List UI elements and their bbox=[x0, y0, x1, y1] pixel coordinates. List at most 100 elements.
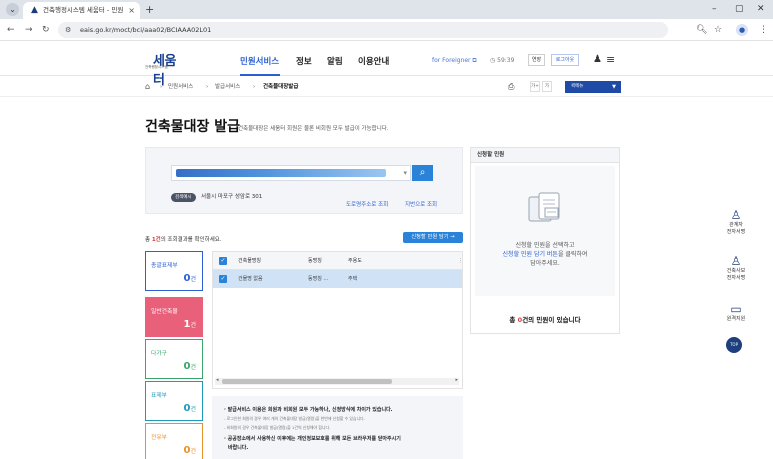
category-label: 총괄표제부 bbox=[151, 263, 178, 269]
document-folder-icon bbox=[528, 192, 560, 222]
category-card-summary[interactable]: 총괄표제부 0건 bbox=[145, 251, 203, 291]
print-icon[interactable]: ⎙ bbox=[508, 77, 514, 97]
new-tab-button[interactable]: + bbox=[145, 2, 154, 17]
application-cart-panel: 신청할 민원 신청할 민원을 선택하고 신청할 민원 담기 버튼을 클릭하여 담… bbox=[470, 147, 620, 334]
row-checkbox[interactable]: ✓ bbox=[219, 275, 227, 283]
address-search-input[interactable]: ▾ bbox=[171, 165, 411, 181]
category-count: 0건 bbox=[183, 273, 197, 284]
add-application-button[interactable]: 신청할 민원 담기 → bbox=[403, 232, 463, 243]
quick-menu-select[interactable]: 퀵메뉴 ▼ bbox=[565, 81, 621, 93]
person-icon: ♙ bbox=[730, 254, 742, 268]
browser-tab-bar: ⌄ ▲ 건축행정시스템 세움터 - 민원 × + – ▢ ✕ bbox=[0, 0, 773, 19]
forward-button[interactable]: → bbox=[25, 23, 33, 37]
scroll-left-icon[interactable]: ◂ bbox=[216, 377, 219, 383]
category-count: 0건 bbox=[183, 361, 197, 372]
table-header: ✓ 건축물명칭 동명칭 주용도 ⋮ bbox=[213, 252, 463, 270]
quick-menu-label: 퀵메뉴 bbox=[571, 84, 584, 89]
category-label: 표제부 bbox=[151, 393, 167, 399]
category-count: 0건 bbox=[183, 403, 197, 414]
column-resize-handle[interactable]: ⋮ bbox=[458, 252, 463, 270]
tab-list-button[interactable]: ⌄ bbox=[6, 3, 19, 16]
breadcrumb-issuance[interactable]: 발급서비스 bbox=[215, 77, 240, 97]
category-card-multi-household[interactable]: 다가구 0건 bbox=[145, 339, 203, 379]
category-card-title-section[interactable]: 표제부 0건 bbox=[145, 381, 203, 421]
application-cart-empty: 신청할 민원을 선택하고 신청할 민원 담기 버튼을 클릭하여 담아주세요. bbox=[475, 166, 615, 296]
horizontal-scrollbar[interactable]: ◂ ▸ bbox=[215, 377, 459, 385]
close-window-button[interactable]: ✕ bbox=[757, 2, 765, 17]
zoom-in-button[interactable]: 가+ bbox=[530, 81, 540, 92]
nav-guide[interactable]: 이용안내 bbox=[358, 55, 389, 67]
bookmark-star-icon[interactable]: ☆ bbox=[714, 23, 722, 37]
browser-address-bar: ← → ↻ ⚙ eais.go.kr/moct/bci/aaa02/BCIAAA… bbox=[0, 19, 773, 41]
tab-title: 건축행정시스템 세움터 - 민원 bbox=[43, 6, 124, 14]
cell-main-use: 주택 bbox=[348, 276, 358, 282]
nav-notice[interactable]: 알림 bbox=[327, 55, 343, 67]
url-field[interactable]: ⚙ eais.go.kr/moct/bci/aaa02/BCIAAA02L01 bbox=[58, 22, 668, 38]
nav-info[interactable]: 정보 bbox=[296, 55, 312, 67]
breadcrumb: ⌂ › 민원서비스 › 발급서비스 › 건축물대장발급 ⎙ 가+ 가 퀵메뉴 ▼ bbox=[0, 77, 773, 97]
column-header-dong[interactable]: 동명칭 bbox=[308, 252, 322, 270]
example-badge: 검색예시 bbox=[171, 193, 196, 202]
empty-line-2-suffix: 을 클릭하여 bbox=[557, 251, 588, 258]
side-label-2: 전자서명 bbox=[726, 228, 746, 235]
breadcrumb-civil-service[interactable]: 민원서비스 bbox=[168, 77, 193, 97]
select-all-checkbox[interactable]: ✓ bbox=[219, 257, 227, 265]
notice-line: - 로그인한 회원의 경우 여러 개의 건축물대장 발급(열람)을 한번에 신청… bbox=[224, 416, 365, 421]
result-count-value: 1건 bbox=[151, 237, 161, 243]
scroll-right-icon[interactable]: ▸ bbox=[455, 377, 458, 383]
dropdown-arrow-icon[interactable]: ▾ bbox=[403, 167, 407, 179]
notice-box: · 발급서비스 이용은 회원과 비회원 모두 가능하나, 신청방식에 차이가 있… bbox=[212, 396, 463, 459]
scroll-top-button[interactable]: TOP bbox=[726, 337, 742, 353]
category-card-general[interactable]: 일반건축물 1건 bbox=[145, 297, 203, 337]
lot-number-search-link[interactable]: 지번으로 조회 bbox=[405, 200, 437, 208]
user-icon[interactable]: ♟ bbox=[593, 54, 602, 65]
scrollbar-thumb[interactable] bbox=[222, 379, 392, 384]
side-label-1: 원격지원 bbox=[726, 316, 746, 322]
total-suffix: 건의 민원이 있습니다 bbox=[522, 316, 581, 324]
reload-button[interactable]: ↻ bbox=[42, 23, 50, 37]
for-foreigner-link[interactable]: for Foreigner ⧉ bbox=[432, 57, 477, 65]
column-header-use[interactable]: 주용도 bbox=[348, 252, 362, 270]
empty-message: 신청할 민원을 선택하고 신청할 민원 담기 버튼을 클릭하여 담아주세요. bbox=[475, 241, 615, 268]
cell-building-name: 건물명 없음 bbox=[238, 276, 263, 282]
category-label: 다가구 bbox=[151, 351, 167, 357]
category-label: 일반건축물 bbox=[151, 309, 178, 315]
category-count: 0건 bbox=[183, 445, 197, 456]
logout-button[interactable]: 로그아웃 bbox=[551, 54, 579, 66]
tab-close-icon[interactable]: × bbox=[128, 2, 135, 19]
side-menu-remote-support[interactable]: ▭ 원격지원 bbox=[718, 302, 754, 323]
table-row[interactable]: ✓ 건물명 없음 동명칭 ... 주택 bbox=[213, 270, 462, 288]
category-card-exclusive-section[interactable]: 전유부 0건 bbox=[145, 423, 203, 459]
maximize-button[interactable]: ▢ bbox=[735, 2, 744, 17]
total-prefix: 총 bbox=[509, 316, 518, 324]
browser-tab[interactable]: ▲ 건축행정시스템 세움터 - 민원 × bbox=[23, 2, 140, 19]
home-icon[interactable]: ⌂ bbox=[145, 77, 150, 97]
empty-link-text: 신청할 민원 담기 버튼 bbox=[502, 251, 558, 258]
site-logo[interactable]: 세움터 건축행정시스템 bbox=[145, 50, 187, 88]
side-menu-stakeholder-sign[interactable]: ♙ 관계자 전자서명 bbox=[718, 208, 754, 235]
zoom-out-button[interactable]: 가 bbox=[542, 81, 552, 92]
notice-line: 바랍니다. bbox=[228, 445, 249, 451]
page-description: 건축물대장은 세움터 회원은 물론 비회원 모두 발급이 가능합니다. bbox=[238, 126, 389, 132]
breadcrumb-current: 건축물대장발급 bbox=[263, 84, 299, 90]
profile-avatar[interactable]: ● bbox=[736, 24, 748, 36]
result-count-suffix: 의 조회결과를 확인하세요. bbox=[160, 237, 222, 243]
minimize-button[interactable]: – bbox=[712, 2, 717, 17]
application-cart-title: 신청할 민원 bbox=[471, 148, 619, 163]
notice-line: · 공공장소에서 사용하신 이후에는 개인정보보호를 위해 모든 브라우저를 닫… bbox=[224, 436, 401, 442]
category-count: 1건 bbox=[183, 319, 197, 330]
extend-session-button[interactable]: 연장 bbox=[528, 54, 545, 66]
back-button[interactable]: ← bbox=[7, 23, 15, 37]
hamburger-menu-icon[interactable]: ≡ bbox=[606, 53, 615, 66]
search-button[interactable]: ⌕ bbox=[412, 165, 433, 181]
column-header-name[interactable]: 건축물명칭 bbox=[238, 252, 261, 270]
notice-line: - 비회원의 경우 건축물대장 발급(열람)을 1건씩 신청해야 합니다. bbox=[224, 425, 331, 430]
browser-menu-icon[interactable]: ⋮ bbox=[759, 23, 768, 37]
empty-line-2: 신청할 민원 담기 버튼을 클릭하여 bbox=[475, 250, 615, 259]
zoom-icon[interactable]: 🔍︎ bbox=[696, 23, 707, 37]
road-address-search-link[interactable]: 도로명주소로 조회 bbox=[346, 200, 388, 208]
side-menu-architect-sign[interactable]: ♙ 건축사보 전자서명 bbox=[718, 254, 754, 281]
site-info-icon[interactable]: ⚙ bbox=[65, 23, 71, 37]
nav-civil-service[interactable]: 민원서비스 bbox=[240, 55, 279, 67]
site-header: 세움터 건축행정시스템 민원서비스 정보 알림 이용안내 for Foreign… bbox=[0, 42, 773, 88]
